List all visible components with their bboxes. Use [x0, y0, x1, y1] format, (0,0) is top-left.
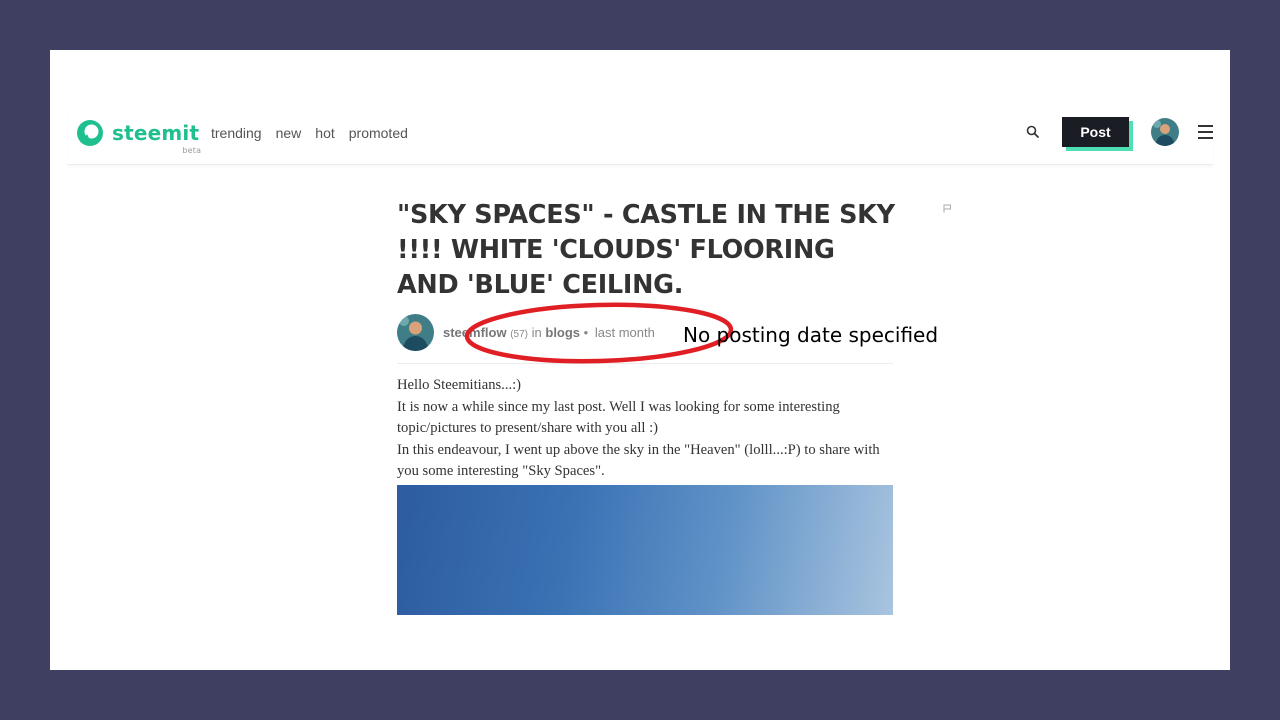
body-paragraph: In this endeavour, I went up above the s…	[397, 441, 880, 480]
body-paragraph: Hello Steemitians...:)	[397, 377, 522, 393]
steemit-logo-icon	[77, 120, 103, 146]
author-avatar-image	[397, 314, 434, 351]
post-body: Hello Steemitians...:) It is now a while…	[397, 375, 897, 483]
nav-new[interactable]: new	[276, 125, 302, 141]
search-icon[interactable]	[1025, 124, 1041, 140]
nav-hot[interactable]: hot	[315, 125, 334, 141]
steemit-logo[interactable]: steemit beta	[75, 118, 201, 155]
sky-photo	[397, 485, 893, 615]
post-title: "SKY SPACES" - CASTLE IN THE SKY !!!! WH…	[397, 200, 895, 300]
flag-icon[interactable]	[943, 204, 952, 213]
user-avatar[interactable]	[1151, 118, 1179, 146]
author-avatar[interactable]	[397, 314, 434, 351]
top-navigation-bar: steemit beta trending new hot promoted P…	[68, 112, 1213, 165]
annotation-text: No posting date specified	[683, 323, 939, 347]
body-paragraph: It is now a while since my last post. We…	[397, 398, 840, 437]
logo-text: steemit	[112, 121, 200, 145]
nav-trending[interactable]: trending	[211, 125, 262, 141]
main-nav: trending new hot promoted	[211, 125, 408, 141]
hamburger-menu-icon[interactable]	[1198, 125, 1213, 139]
beta-badge: beta	[182, 146, 202, 155]
screenshot-slide: steemit beta trending new hot promoted P…	[50, 50, 1230, 670]
nav-promoted[interactable]: promoted	[349, 125, 408, 141]
logo-wordmark: steemit beta	[112, 121, 201, 155]
post-button[interactable]: Post	[1062, 117, 1129, 147]
avatar-image	[1151, 118, 1179, 146]
